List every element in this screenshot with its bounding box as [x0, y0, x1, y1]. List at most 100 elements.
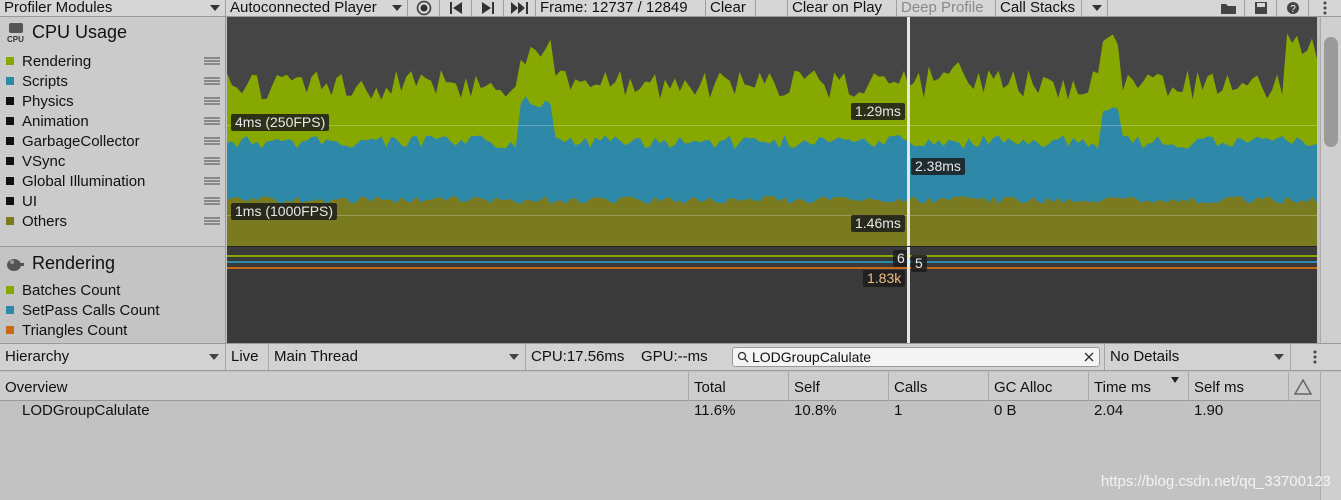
clear-button[interactable]: Clear [706, 0, 756, 16]
target-player-dropdown[interactable]: Autoconnected Player [226, 0, 408, 16]
kebab-menu-icon [1313, 350, 1317, 364]
rendering-legend: Batches Count SetPass Calls Count Triangle… [6, 280, 220, 340]
more-options-button[interactable] [1309, 0, 1341, 16]
scripts-value-label: 2.38ms [911, 158, 965, 175]
search-icon [737, 351, 749, 363]
rendering-teapot-icon [7, 258, 24, 271]
drag-handle-icon[interactable] [204, 217, 220, 225]
cpu-legend-item[interactable]: VSync [6, 151, 220, 171]
drag-handle-icon[interactable] [204, 117, 220, 125]
drag-handle-icon[interactable] [204, 137, 220, 145]
row-time-ms: 2.04 [1094, 402, 1124, 419]
setpass-value-label: 5 [911, 255, 927, 272]
current-frame-button[interactable] [504, 0, 536, 16]
legend-color-swatch [6, 286, 14, 294]
column-self-ms[interactable]: Self ms [1188, 372, 1288, 401]
rendering-legend-item[interactable]: Triangles Count [6, 320, 220, 340]
column-gc-alloc[interactable]: GC Alloc [988, 372, 1088, 401]
thread-dropdown[interactable]: Main Thread [269, 344, 526, 370]
cpu-usage-graph [227, 33, 1317, 246]
frame-selection-cursor-rendering[interactable] [907, 247, 910, 343]
drag-handle-icon[interactable] [204, 177, 220, 185]
rendering-legend-item[interactable]: SetPass Calls Count [6, 300, 220, 320]
cpu-legend-item[interactable]: Animation [6, 111, 220, 131]
legend-color-swatch [6, 137, 14, 145]
cpu-module-title: CPU Usage [32, 21, 128, 42]
clear-on-play-toggle[interactable]: Clear on Play [788, 0, 897, 16]
cpu-legend: Rendering Scripts Physics Animation GarbageC… [6, 51, 220, 231]
cpu-module-header: CPU CPU Usage [6, 21, 128, 44]
legend-color-swatch [6, 326, 14, 334]
column-total[interactable]: Total [688, 372, 788, 401]
profiler-modules-dropdown[interactable]: Profiler Modules [0, 0, 226, 16]
legend-color-swatch [6, 117, 14, 125]
next-frame-button[interactable] [472, 0, 504, 16]
row-self: 10.8% [794, 402, 837, 419]
cpu-legend-item[interactable]: Others [6, 211, 220, 231]
toolbar-spacer [756, 0, 788, 16]
search-container: LODGroupCalulate [728, 347, 1104, 367]
column-calls[interactable]: Calls [888, 372, 988, 401]
row-self-ms: 1.90 [1194, 402, 1224, 419]
live-toggle[interactable]: Live [226, 344, 269, 370]
cpu-icon-text: CPU [7, 35, 24, 43]
threshold-label-4ms: 4ms (250FPS) [231, 114, 330, 131]
previous-frame-button[interactable] [440, 0, 472, 16]
drag-handle-icon[interactable] [204, 57, 220, 65]
cpu-legend-item[interactable]: Global Illumination [6, 171, 220, 191]
drag-handle-icon[interactable] [204, 97, 220, 105]
step-forward-icon [481, 2, 494, 14]
deep-profile-toggle[interactable]: Deep Profile [897, 0, 996, 16]
call-stacks-toggle[interactable]: Call Stacks [996, 0, 1082, 16]
triangles-line [227, 267, 1317, 269]
column-overview[interactable]: Overview [0, 372, 688, 401]
triangles-value-label: 1.83k [863, 270, 906, 287]
cpu-usage-chart[interactable]: 4ms (250FPS) 1ms (1000FPS) 1.29ms 2.38ms… [227, 17, 1317, 246]
drag-handle-icon[interactable] [204, 157, 220, 165]
drag-handle-icon[interactable] [204, 77, 220, 85]
legend-color-swatch [6, 217, 14, 225]
legend-label: Batches Count [22, 281, 121, 299]
gpu-time-label: GPU:--ms [641, 348, 708, 365]
rendering-legend-item[interactable]: Batches Count [6, 280, 220, 300]
load-button[interactable] [1213, 0, 1245, 16]
frame-counter: Frame: 12737 / 12849 [536, 0, 706, 16]
details-dropdown[interactable]: No Details [1104, 344, 1291, 370]
column-warnings[interactable] [1288, 372, 1320, 401]
details-options-button[interactable] [1291, 344, 1339, 370]
legend-color-swatch [6, 97, 14, 105]
search-field[interactable]: LODGroupCalulate [732, 347, 1100, 367]
cpu-legend-item[interactable]: UI [6, 191, 220, 211]
modules-scrollbar-thumb[interactable] [1324, 37, 1338, 147]
column-self[interactable]: Self [788, 372, 888, 401]
frame-selection-cursor[interactable] [907, 17, 910, 246]
table-row[interactable]: LODGroupCalulate 11.6% 10.8% 1 0 B 2.04 … [0, 401, 1320, 421]
call-stacks-dropdown[interactable] [1082, 0, 1108, 16]
rendering-module-panel[interactable]: Rendering Batches Count SetPass Calls Cou… [0, 246, 226, 343]
help-button[interactable]: ? [1277, 0, 1309, 16]
cpu-legend-item[interactable]: Rendering [6, 51, 220, 71]
rendering-module-title: Rendering [32, 253, 116, 273]
modules-scrollbar[interactable] [1320, 17, 1341, 343]
details-toolbar: Hierarchy Live Main Thread CPU:17.56ms G… [0, 343, 1341, 371]
threshold-line-4ms [227, 125, 1317, 126]
profiler-toolbar: Profiler Modules Autoconnected Player Fr… [0, 0, 1341, 17]
legend-label: Animation [22, 112, 89, 130]
search-input[interactable]: LODGroupCalulate [752, 349, 871, 365]
drag-handle-icon[interactable] [204, 197, 220, 205]
folder-open-icon [1220, 4, 1236, 14]
legend-label: GarbageCollector [22, 132, 140, 150]
cpu-module-panel[interactable]: CPU CPU Usage Rendering Scripts Physics Ani… [0, 17, 226, 246]
record-button[interactable] [408, 0, 440, 16]
view-type-dropdown[interactable]: Hierarchy [0, 344, 226, 370]
save-button[interactable] [1245, 0, 1277, 16]
rendering-chart[interactable]: 6 5 1.83k [227, 246, 1317, 343]
cpu-legend-item[interactable]: Scripts [6, 71, 220, 91]
row-calls: 1 [894, 402, 903, 419]
row-gc-alloc: 0 B [994, 402, 1017, 419]
cpu-legend-item[interactable]: GarbageCollector [6, 131, 220, 151]
svg-text:?: ? [1290, 4, 1296, 15]
cpu-legend-item[interactable]: Physics [6, 91, 220, 111]
rendering-module-header: Rendering [6, 253, 115, 274]
clear-search-icon[interactable] [1084, 352, 1094, 362]
